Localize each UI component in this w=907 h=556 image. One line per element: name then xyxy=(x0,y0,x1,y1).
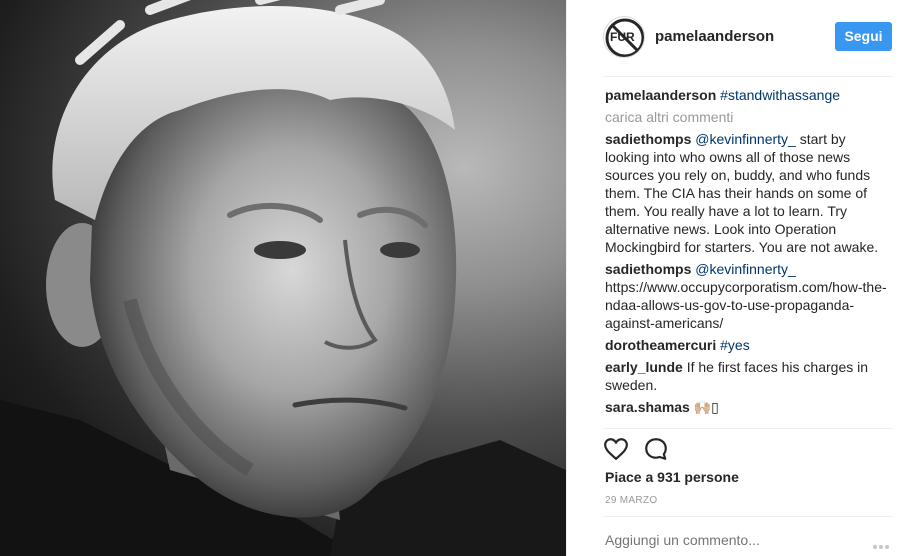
comment-username[interactable]: early_lunde xyxy=(605,359,683,375)
caption: pamelaanderson #standwithassange xyxy=(605,86,890,104)
caption-username[interactable]: pamelaanderson xyxy=(605,87,716,103)
comment-username[interactable]: sadiethomps xyxy=(605,261,691,277)
caption-hashtag[interactable]: #standwithassange xyxy=(720,87,840,103)
comment-icon[interactable] xyxy=(643,436,671,464)
input-divider xyxy=(603,516,892,517)
comment-text: https://www.occupycorporatism.com/how-th… xyxy=(605,279,887,331)
comment-mention[interactable]: @kevinfinnerty_ xyxy=(695,131,796,147)
comment-username[interactable]: sadiethomps xyxy=(605,131,691,147)
list-item: dorotheamercuri #yes xyxy=(605,336,890,354)
list-item: sadiethomps @kevinfinnerty_ start by loo… xyxy=(605,130,890,256)
header-divider xyxy=(603,76,892,77)
comment-text: start by looking into who owns all of th… xyxy=(605,131,879,255)
likes-count[interactable]: Piace a 931 persone xyxy=(605,469,739,485)
avatar[interactable]: FUR xyxy=(603,16,645,58)
load-more-comments[interactable]: carica altri commenti xyxy=(605,108,890,126)
heart-icon[interactable] xyxy=(603,436,631,464)
comment-username[interactable]: dorotheamercuri xyxy=(605,337,716,353)
post-header: FUR pamelaanderson Segui xyxy=(567,0,907,76)
comment-input[interactable] xyxy=(605,532,855,548)
comments-divider xyxy=(603,428,892,429)
comment-mention[interactable]: #yes xyxy=(720,337,750,353)
post-date[interactable]: 29 MARZO xyxy=(605,495,657,506)
comment-username[interactable]: sara.shamas xyxy=(605,399,690,415)
post-side-panel: FUR pamelaanderson Segui pamelaanderson … xyxy=(566,0,907,556)
comment-text: 🙌🏼▯ xyxy=(689,399,719,415)
list-item: early_lunde If he first faces his charge… xyxy=(605,358,890,394)
more-options-icon[interactable] xyxy=(873,536,893,549)
post-photo[interactable] xyxy=(0,0,566,556)
avatar-text: FUR xyxy=(610,30,635,44)
list-item: sadiethomps @kevinfinnerty_ https://www.… xyxy=(605,260,890,332)
comments-list[interactable]: pamelaanderson #standwithassange carica … xyxy=(605,86,890,426)
list-item: sara.shamas 🙌🏼▯ xyxy=(605,398,890,416)
portrait-illustration xyxy=(0,0,566,556)
follow-button[interactable]: Segui xyxy=(835,22,892,51)
comment-mention[interactable]: @kevinfinnerty_ xyxy=(695,261,796,277)
post-author-username[interactable]: pamelaanderson xyxy=(655,28,774,45)
